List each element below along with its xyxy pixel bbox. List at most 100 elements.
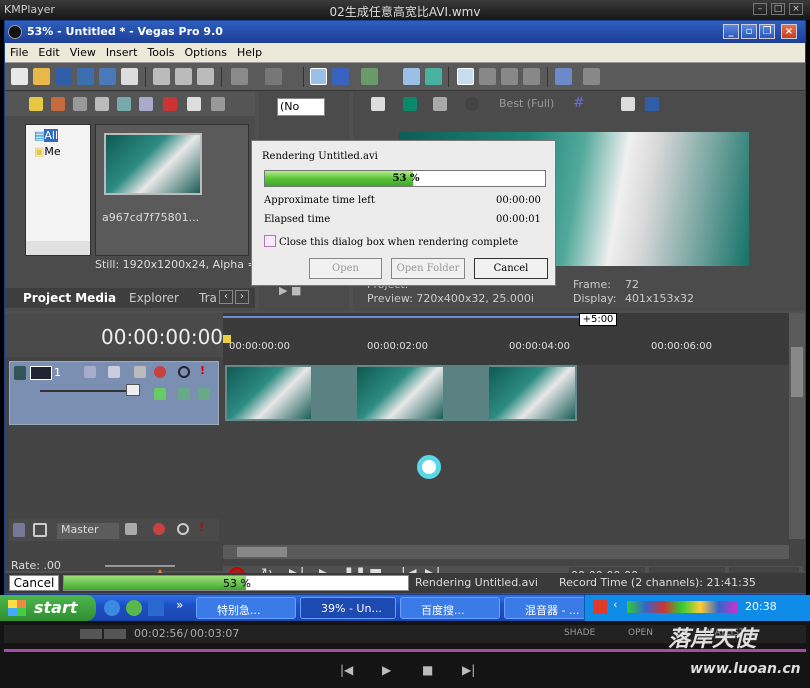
track-fx-icon[interactable] (108, 366, 120, 378)
media-fx-small-icon[interactable] (211, 97, 225, 111)
tab-transitions[interactable]: Tra (199, 291, 217, 305)
dialog-cancel-button[interactable]: Cancel (474, 258, 548, 279)
copy-icon[interactable] (175, 68, 192, 85)
master-bus-header[interactable]: Master ! (9, 519, 219, 541)
get-media-icon[interactable] (73, 97, 87, 111)
preview-fx-icon[interactable] (433, 97, 447, 111)
trimmer-dropdown[interactable]: (No (277, 98, 325, 116)
minimize-button[interactable]: _ (723, 24, 739, 39)
tray-s-icon[interactable] (593, 600, 607, 614)
save-as-icon[interactable] (77, 68, 94, 85)
tab-scroll-left-button[interactable]: ‹ (219, 290, 233, 304)
ignore-grouping-icon[interactable] (403, 68, 420, 85)
media-file-name[interactable]: a967cd7f75801... (102, 211, 199, 224)
loop-region-bar[interactable] (223, 316, 579, 318)
menu-view[interactable]: View (65, 43, 101, 59)
save-snapshot-icon[interactable] (645, 97, 659, 111)
overlays-icon[interactable]: # (573, 95, 585, 111)
remove-unused-icon[interactable] (139, 97, 153, 111)
tab-scroll-right-button[interactable]: › (235, 290, 249, 304)
menu-file[interactable]: File (5, 43, 33, 59)
open-folder-button[interactable]: Open Folder (391, 258, 465, 279)
media-properties-icon[interactable] (187, 97, 201, 111)
menu-edit[interactable]: Edit (33, 43, 64, 59)
level-slider-handle[interactable] (126, 384, 140, 396)
km-maximize-button[interactable]: □ (771, 3, 785, 15)
preview-quality-dropdown[interactable]: Best (Full) (499, 97, 554, 110)
snapping-icon[interactable] (310, 68, 327, 85)
video-clip[interactable] (489, 365, 577, 421)
zoom-tool-icon[interactable] (523, 68, 540, 85)
master-gear-icon[interactable] (153, 523, 165, 535)
km-minimize-button[interactable]: – (753, 3, 767, 15)
close-button[interactable]: × (781, 24, 797, 39)
status-cancel-button[interactable]: Cancel (9, 575, 59, 591)
delete-media-icon[interactable] (163, 97, 177, 111)
parent-track-icon[interactable] (154, 388, 166, 400)
tree-horizontal-scrollbar[interactable] (26, 241, 90, 255)
quicklaunch-icon[interactable] (126, 600, 142, 616)
open-button[interactable]: Open (309, 258, 382, 279)
tab-project-media[interactable]: Project Media (23, 291, 116, 305)
new-icon[interactable] (11, 68, 28, 85)
media-fx-icon[interactable] (555, 68, 572, 85)
master-solo-icon[interactable]: ! (199, 521, 204, 534)
menu-help[interactable]: Help (232, 43, 267, 59)
paste-icon[interactable] (197, 68, 214, 85)
vertical-scrollbar[interactable] (789, 313, 805, 539)
track-fx-gear-icon[interactable] (154, 366, 166, 378)
split-screen-icon[interactable] (465, 97, 479, 111)
track-down-icon[interactable] (198, 388, 210, 400)
whats-this-icon[interactable] (583, 68, 600, 85)
open-file-button[interactable]: OPEN (628, 628, 653, 638)
save-icon[interactable] (55, 68, 72, 85)
video-clip[interactable] (357, 365, 443, 421)
rate-slider[interactable] (105, 565, 175, 567)
maximize-button[interactable]: ▫ (741, 24, 757, 39)
show-desktop-icon[interactable] (148, 600, 164, 616)
external-monitor-icon[interactable] (403, 97, 417, 111)
next-icon[interactable]: ▶| (462, 663, 475, 677)
solo-icon[interactable]: ! (200, 364, 205, 377)
render-icon[interactable] (99, 68, 116, 85)
get-photos-icon[interactable] (95, 97, 109, 111)
tab-explorer[interactable]: Explorer (129, 291, 179, 305)
scrollbar-thumb[interactable] (791, 347, 803, 397)
menu-options[interactable]: Options (180, 43, 232, 59)
undo-icon[interactable] (231, 68, 248, 85)
menu-tools[interactable]: Tools (142, 43, 179, 59)
master-fx-icon[interactable] (125, 523, 137, 535)
start-button[interactable]: start (0, 595, 96, 621)
taskbar-item-vegas[interactable]: 39% - Un... (300, 597, 396, 619)
shade-button[interactable]: SHADE (564, 628, 595, 638)
copy-snapshot-icon[interactable] (621, 97, 635, 111)
tray-expand-icon[interactable]: ‹ (613, 598, 617, 611)
ie-icon[interactable] (104, 600, 120, 616)
prev-icon[interactable]: |◀ (340, 663, 353, 677)
menu-insert[interactable]: Insert (101, 43, 143, 59)
master-expand-icon[interactable] (13, 523, 25, 537)
video-clip[interactable] (225, 365, 311, 421)
horizontal-scrollbar[interactable] (223, 545, 789, 559)
capture-video-icon[interactable] (51, 97, 65, 111)
tree-item-media[interactable]: ▣Me (34, 145, 61, 158)
lock-envelopes-icon[interactable] (361, 68, 378, 85)
video-track-header[interactable]: 1 ! (9, 361, 219, 425)
properties-icon[interactable] (121, 68, 138, 85)
normal-edit-tool-icon[interactable] (457, 68, 474, 85)
extract-audio-icon[interactable] (117, 97, 131, 111)
crossfade-icon[interactable] (425, 68, 442, 85)
player-stop-icon[interactable]: ■ (422, 663, 433, 677)
redo-icon[interactable] (265, 68, 282, 85)
open-icon[interactable] (33, 68, 50, 85)
track-expand-icon[interactable] (14, 366, 26, 380)
master-mute-icon[interactable] (177, 523, 189, 535)
auto-ripple-icon[interactable] (332, 68, 349, 85)
time-ruler[interactable]: +5:00 00:00:00:00 00:00:02:00 00:00:04:0… (223, 313, 789, 365)
selection-tool-icon[interactable] (501, 68, 518, 85)
import-media-icon[interactable] (29, 97, 43, 111)
mute-icon[interactable] (178, 366, 190, 378)
track-up-icon[interactable] (178, 388, 190, 400)
preview-properties-icon[interactable] (371, 97, 385, 111)
composite-mode-icon[interactable] (134, 366, 146, 378)
